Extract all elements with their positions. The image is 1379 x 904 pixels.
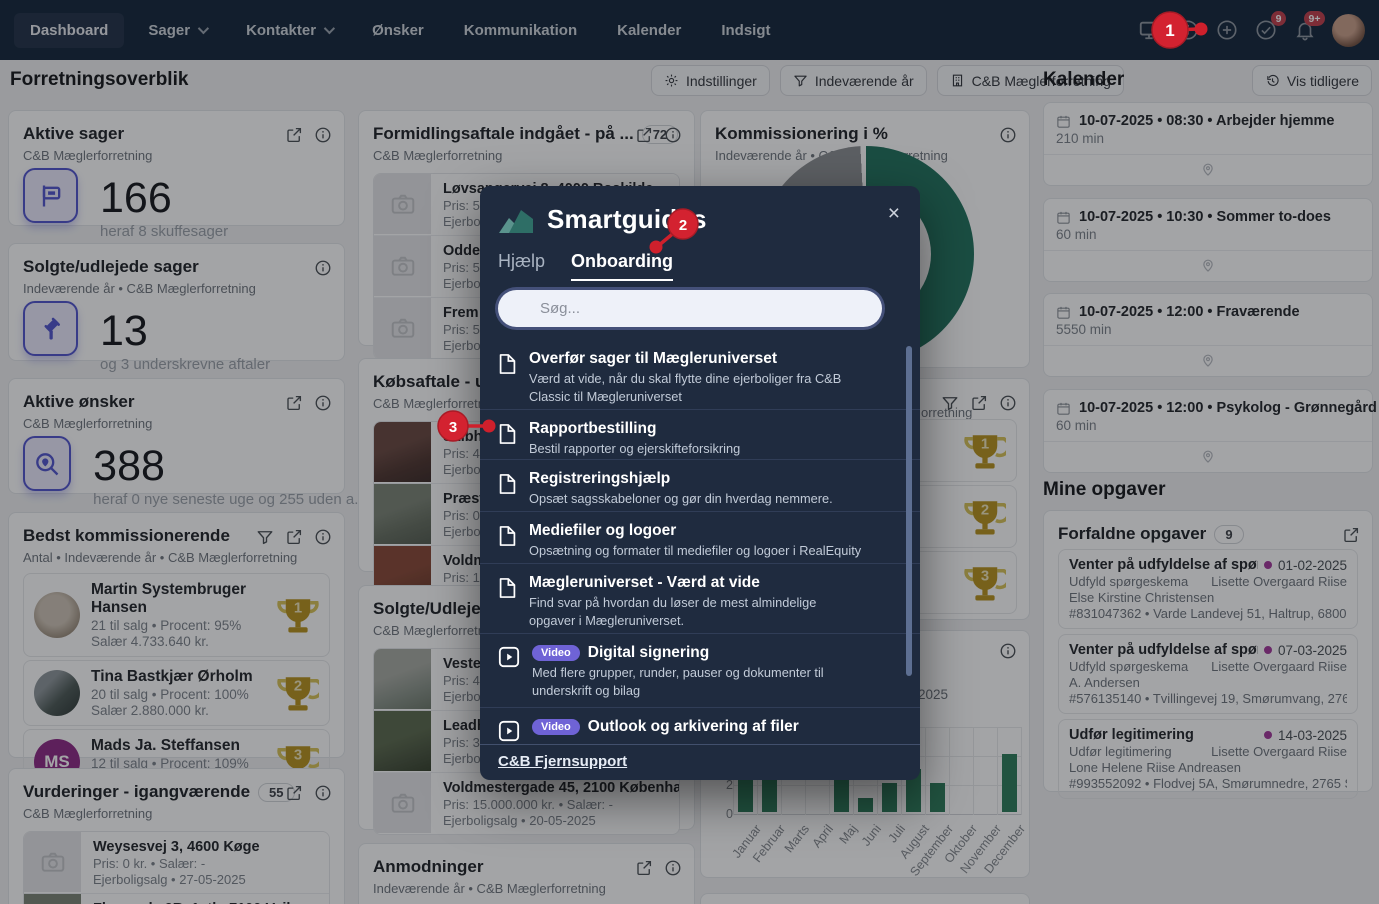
video-icon (498, 646, 520, 668)
tab-onboarding[interactable]: Onboarding (571, 251, 674, 281)
guide-desc: Værd at vide, når du skal flytte dine ej… (529, 371, 842, 404)
guide-list: Overfør sager til Mægleruniverset Værd a… (480, 340, 920, 744)
guide-title: Mediefiler og logoer (529, 522, 677, 539)
guide-desc: Find svar på hvordan du løser de mest al… (529, 595, 817, 628)
search-input[interactable] (498, 290, 882, 327)
guide-desc: Med flere grupper, runder, pauser og dok… (532, 665, 824, 698)
dialog-title: Smartguides (547, 204, 707, 234)
guide-title: Mægleruniverset - Værd at vide (529, 574, 760, 591)
dashboard-page: Dashboard Sager Kontakter Ønsker Kommuni… (0, 0, 1379, 904)
remote-support-link[interactable]: C&B Fjernsupport (498, 753, 627, 770)
close-icon[interactable]: × (884, 198, 904, 230)
guide-item[interactable]: Mægleruniverset - Værd at vide Find svar… (480, 564, 920, 634)
dialog-tabs: Hjælp Onboarding (480, 235, 920, 281)
smartguides-dialog: Smartguides × Hjælp Onboarding Overfør s… (480, 186, 920, 780)
guide-desc: Opsæt sagsskabeloner og gør din hverdag … (529, 491, 833, 506)
guide-item[interactable]: Mediefiler og logoer Opsætning og format… (480, 512, 920, 564)
smartguides-logo-icon (499, 209, 533, 233)
document-icon (499, 424, 516, 444)
video-icon (498, 720, 520, 742)
guide-title: Outlook og arkivering af filer (587, 718, 799, 735)
document-icon (499, 526, 516, 546)
guide-title: Overfør sager til Mægleruniverset (529, 350, 778, 367)
scrollbar-thumb[interactable] (906, 346, 912, 676)
guide-item[interactable]: Overfør sager til Mægleruniverset Værd a… (480, 340, 920, 410)
guide-title: Registreringshjælp (529, 470, 671, 487)
guide-item-clipped[interactable]: Video Outlook og arkivering af filer (480, 708, 920, 744)
document-icon (499, 474, 516, 494)
video-badge: Video (532, 645, 580, 661)
video-badge: Video (532, 719, 580, 735)
guide-title: Digital signering (587, 644, 710, 661)
guide-item[interactable]: Video Digital signering Med flere grupper… (480, 634, 920, 708)
guide-desc: Bestil rapporter og ejerskifteforsikring (529, 441, 741, 456)
guide-item[interactable]: Rapportbestilling Bestil rapporter og ej… (480, 410, 920, 460)
document-icon (499, 354, 516, 374)
document-icon (499, 578, 516, 598)
guide-item[interactable]: Registreringshjælp Opsæt sagsskabeloner … (480, 460, 920, 512)
guide-desc: Opsætning og formater til mediefiler og … (529, 543, 862, 558)
tab-hjaelp[interactable]: Hjælp (498, 251, 545, 281)
guide-title: Rapportbestilling (529, 420, 657, 437)
